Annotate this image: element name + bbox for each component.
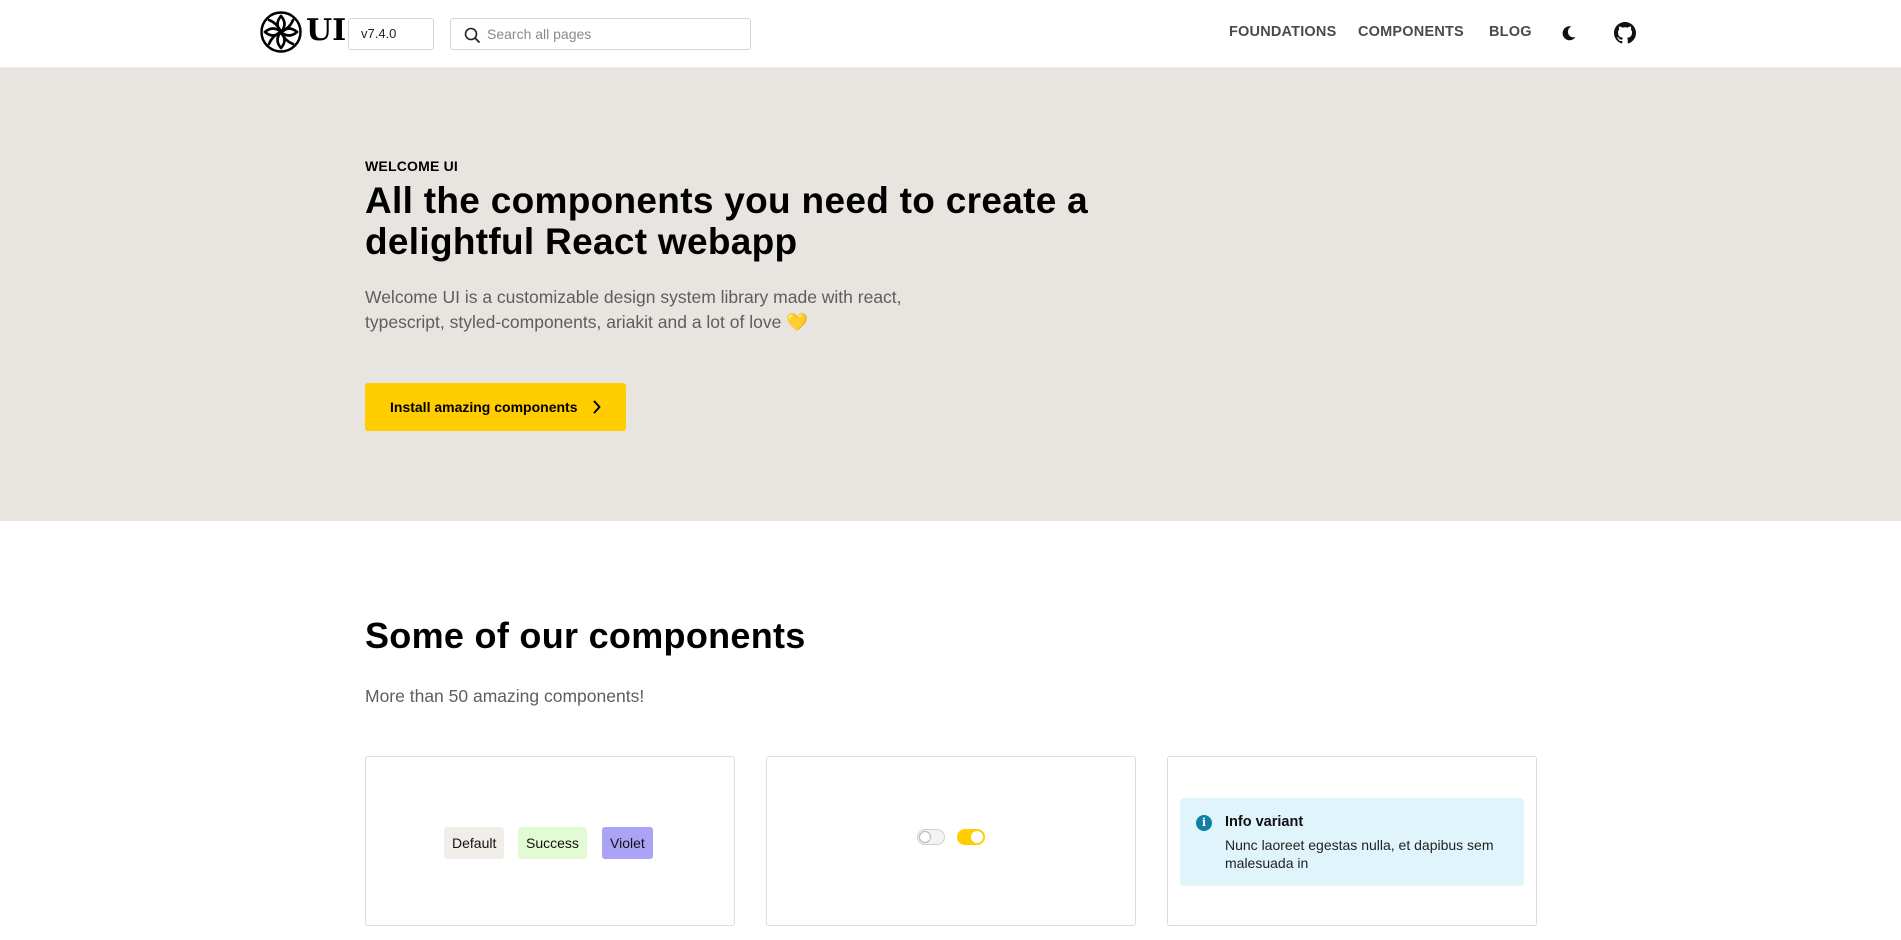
alert-title: Info variant <box>1225 814 1304 830</box>
badge-violet: Violet <box>602 827 653 859</box>
install-components-button[interactable]: Install amazing components <box>365 383 626 431</box>
nav-components[interactable]: COMPONENTS <box>1358 23 1464 41</box>
version-select[interactable]: v7.4.0 <box>348 18 434 50</box>
chevron-right-icon <box>593 400 601 414</box>
logo-text[interactable]: UI <box>306 12 346 50</box>
hero-section: WELCOME UI All the components you need t… <box>0 68 1901 521</box>
components-section-subtitle: More than 50 amazing components! <box>365 686 645 706</box>
nav-blog[interactable]: BLOG <box>1489 23 1532 41</box>
search-box[interactable] <box>450 18 751 50</box>
info-icon: i <box>1196 815 1212 831</box>
toggle-off[interactable] <box>917 829 945 845</box>
search-input[interactable] <box>487 20 742 48</box>
hero-title: All the components you need to create a … <box>365 180 1089 262</box>
hero-eyebrow: WELCOME UI <box>365 158 458 174</box>
search-icon <box>464 27 480 43</box>
alert-text: Nunc laoreet egestas nulla, et dapibus s… <box>1225 837 1494 871</box>
toggle-demo-card[interactable] <box>766 756 1136 926</box>
components-section-title: Some of our components <box>365 615 806 656</box>
alert-demo-card[interactable]: i Info variant Nunc laoreet egestas null… <box>1167 756 1537 926</box>
hero-description: Welcome UI is a customizable design syst… <box>365 287 902 332</box>
info-alert: i Info variant Nunc laoreet egestas null… <box>1180 798 1524 886</box>
github-icon[interactable] <box>1614 22 1636 44</box>
logo-icon[interactable] <box>260 11 302 53</box>
toggle-on[interactable] <box>957 829 985 845</box>
moon-icon[interactable] <box>1558 22 1580 44</box>
top-header: UI v7.4.0 FOUNDATIONS COMPONENTS BLOG <box>0 0 1901 68</box>
badge-success: Success <box>518 827 587 859</box>
badge-demo-card[interactable]: Default Success Violet <box>365 756 735 926</box>
install-components-label: Install amazing components <box>390 399 578 415</box>
nav-foundations[interactable]: FOUNDATIONS <box>1229 23 1336 41</box>
badge-default: Default <box>444 827 505 859</box>
